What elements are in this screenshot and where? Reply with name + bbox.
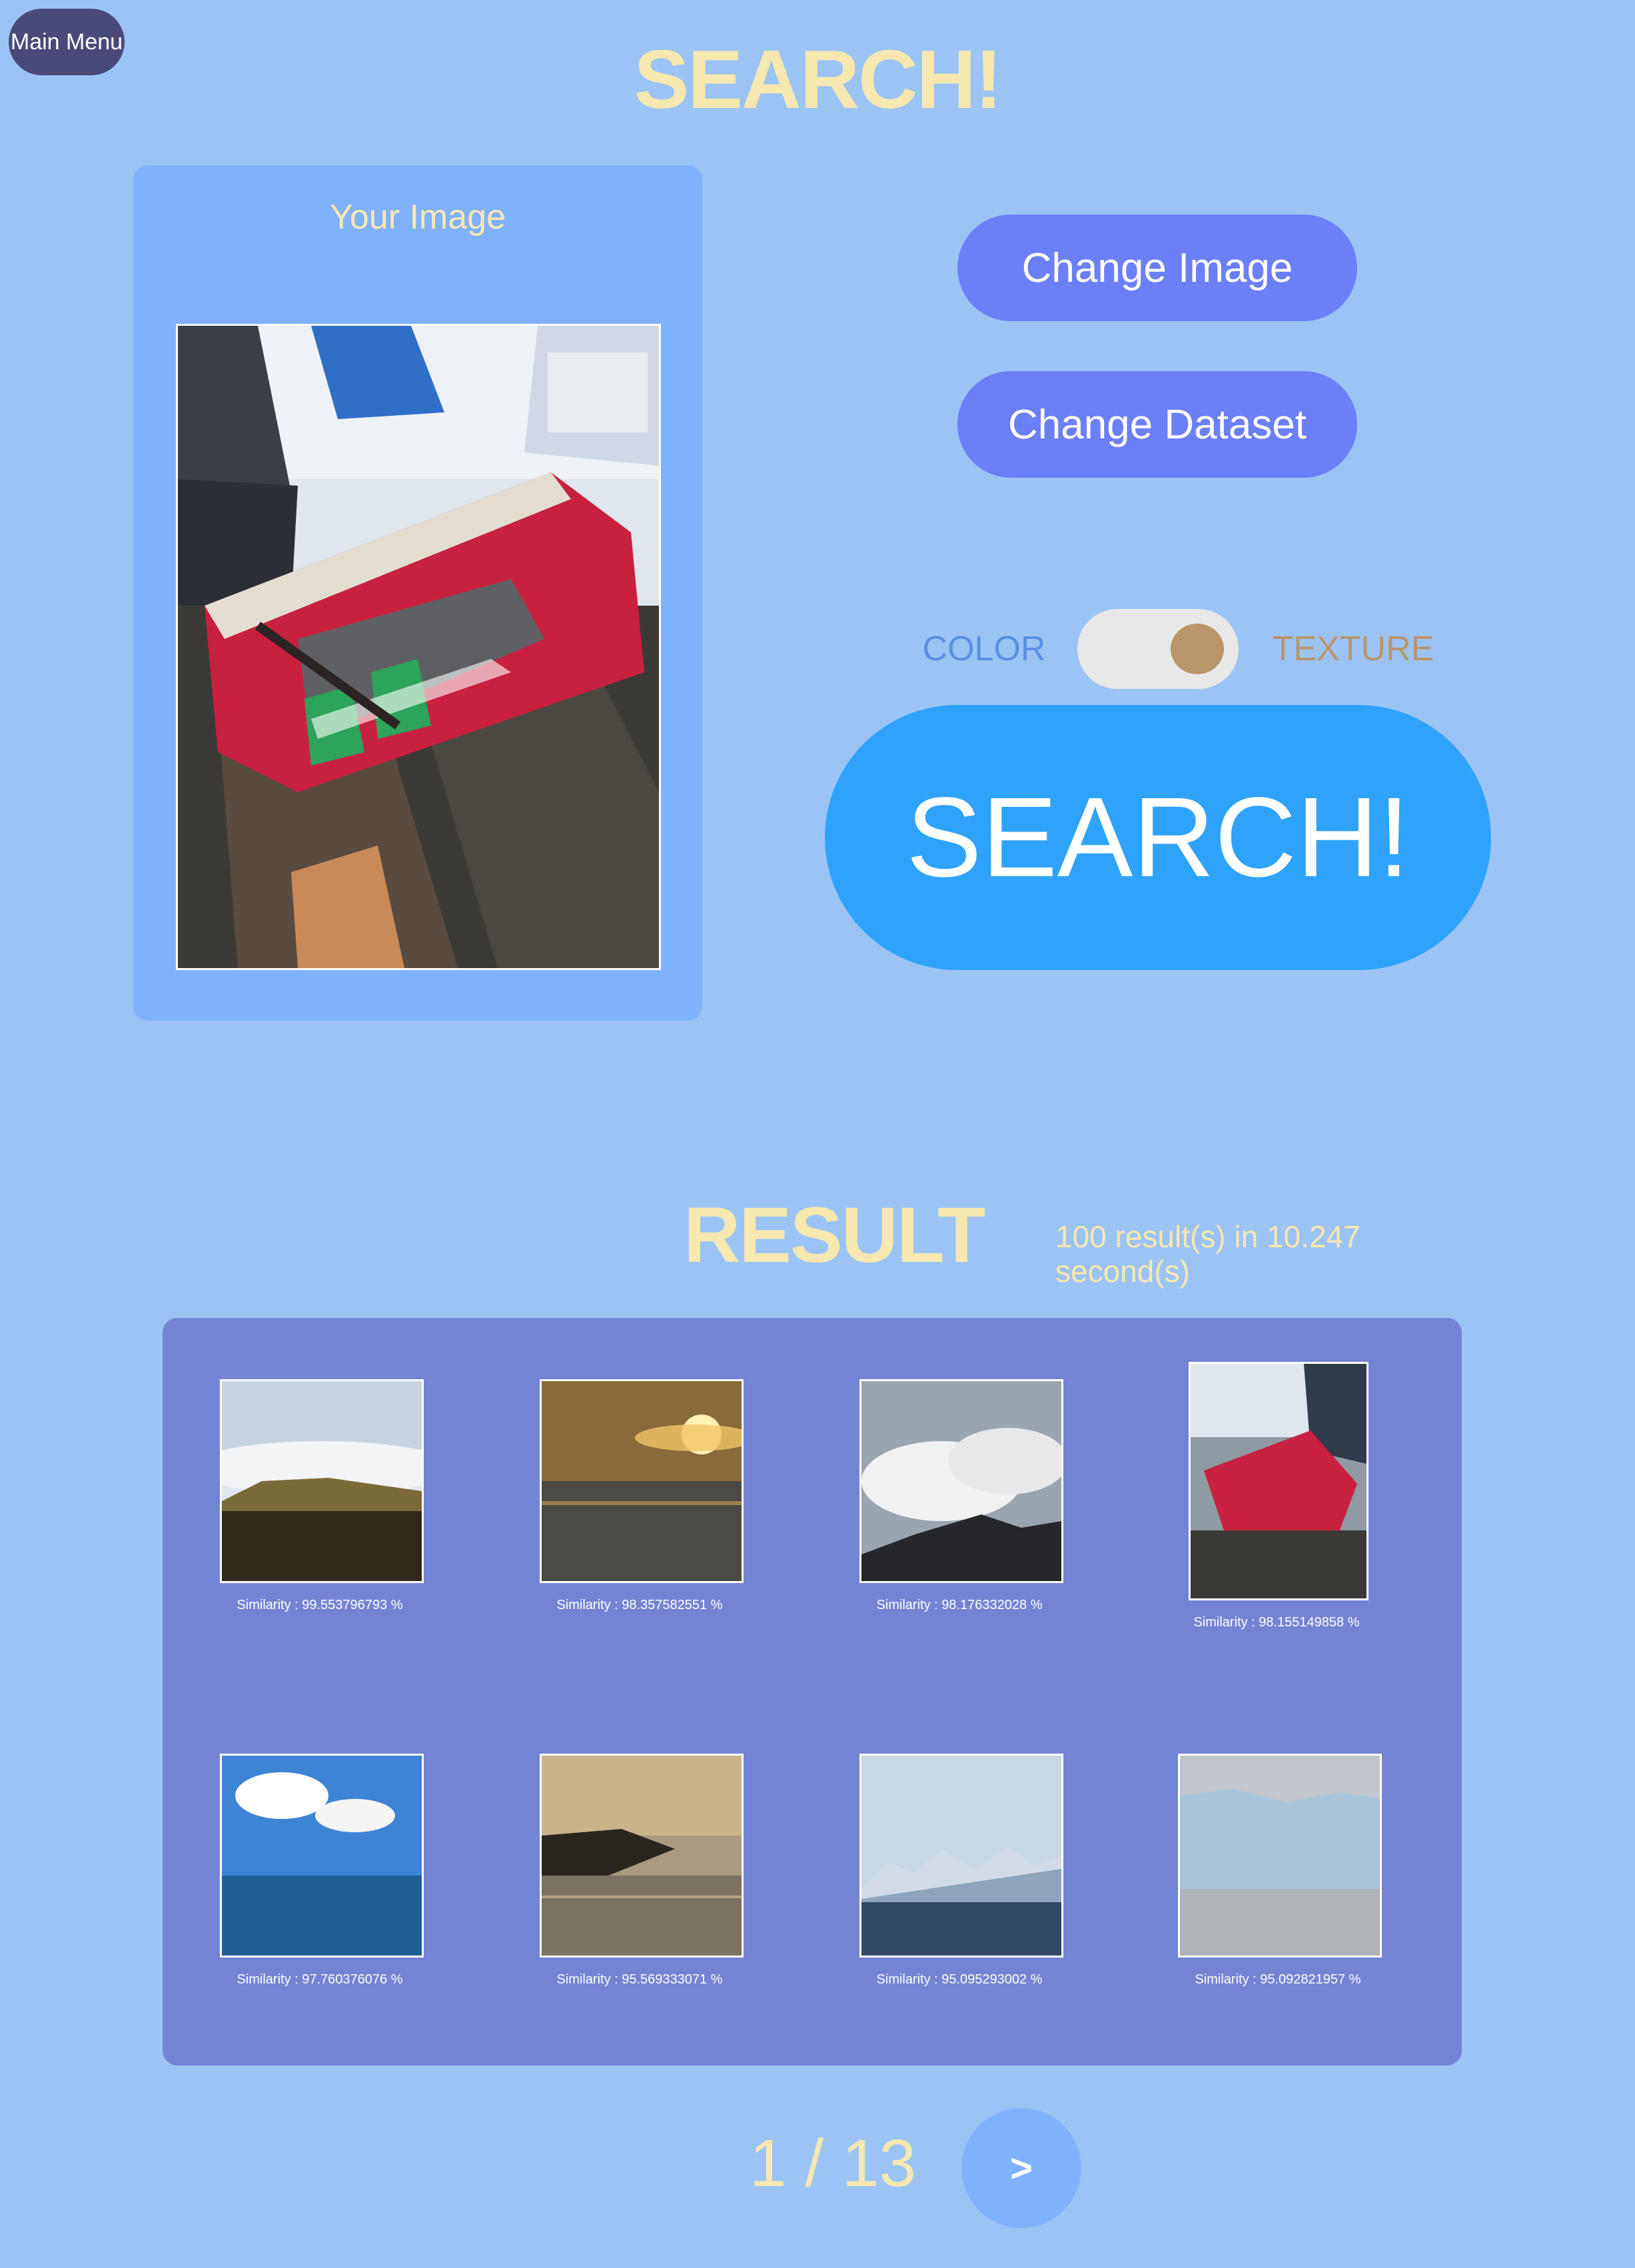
similarity-label: Similarity : 95.569333071 % <box>556 1972 723 1987</box>
similarity-label: Similarity : 99.553796793 % <box>237 1598 403 1612</box>
similarity-label: Similarity : 98.155149858 % <box>1193 1615 1360 1630</box>
color-texture-toggle[interactable] <box>1077 609 1239 689</box>
similarity-label: Similarity : 98.357582551 % <box>556 1598 723 1612</box>
result-title: RESULT <box>684 1191 985 1279</box>
next-page-button[interactable]: > <box>961 2108 1081 2228</box>
similarity-label: Similarity : 95.092821957 % <box>1195 1972 1361 1987</box>
page-indicator: 1 / 13 <box>749 2126 917 2201</box>
texture-mode-label: TEXTURE <box>1272 630 1434 668</box>
result-thumbnail[interactable] <box>540 1379 744 1583</box>
similarity-label: Similarity : 95.095293002 % <box>876 1972 1043 1987</box>
search-button[interactable]: SEARCH! <box>825 705 1491 970</box>
change-dataset-button[interactable]: Change Dataset <box>957 371 1357 478</box>
result-thumbnail[interactable] <box>220 1754 424 1958</box>
result-thumbnail[interactable] <box>859 1754 1063 1958</box>
similarity-label: Similarity : 97.760376076 % <box>237 1972 403 1987</box>
page-title: SEARCH! <box>634 34 1003 126</box>
result-thumbnail[interactable] <box>859 1379 1063 1583</box>
result-thumbnail[interactable] <box>1178 1754 1382 1958</box>
query-image-title: Your Image <box>329 198 506 237</box>
result-thumbnail[interactable] <box>220 1379 424 1583</box>
similarity-label: Similarity : 98.176332028 % <box>876 1598 1043 1612</box>
result-thumbnail[interactable] <box>540 1754 744 1958</box>
result-stats: 100 result(s) in 10.247 second(s) <box>1055 1219 1361 1289</box>
query-image <box>176 324 661 970</box>
result-thumbnail[interactable] <box>1189 1362 1368 1600</box>
query-image-panel: Your Image <box>133 165 702 1021</box>
toggle-knob <box>1171 624 1224 674</box>
results-panel: Similarity : 99.553796793 % Similarity :… <box>163 1318 1462 2065</box>
color-mode-label: COLOR <box>922 630 1046 668</box>
change-image-button[interactable]: Change Image <box>957 215 1357 321</box>
